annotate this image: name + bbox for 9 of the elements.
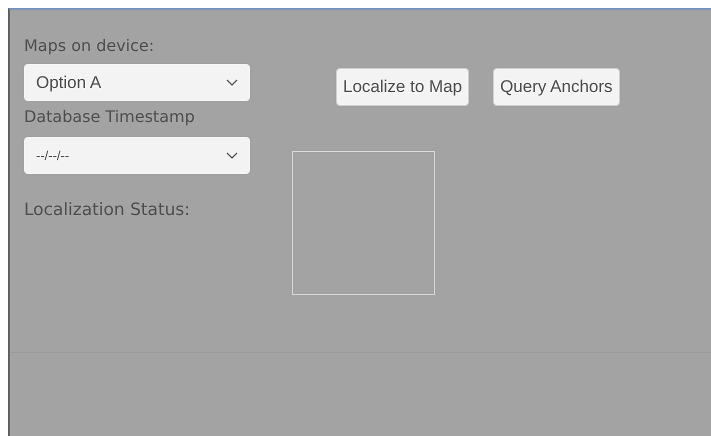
action-button[interactable]: Query Anchors [493,68,620,106]
chevron-down-icon [226,152,238,160]
timestamp-dropdown[interactable]: --/--/-- [24,137,250,174]
chevron-down-icon [226,78,238,86]
maps-dropdown[interactable]: Option A [24,64,250,101]
maps-label: Maps on device: [24,36,156,55]
action-button[interactable]: Localize to Map [336,68,470,106]
timestamp-label: Database Timestamp [24,107,196,126]
status-label: Localization Status: [24,200,191,220]
